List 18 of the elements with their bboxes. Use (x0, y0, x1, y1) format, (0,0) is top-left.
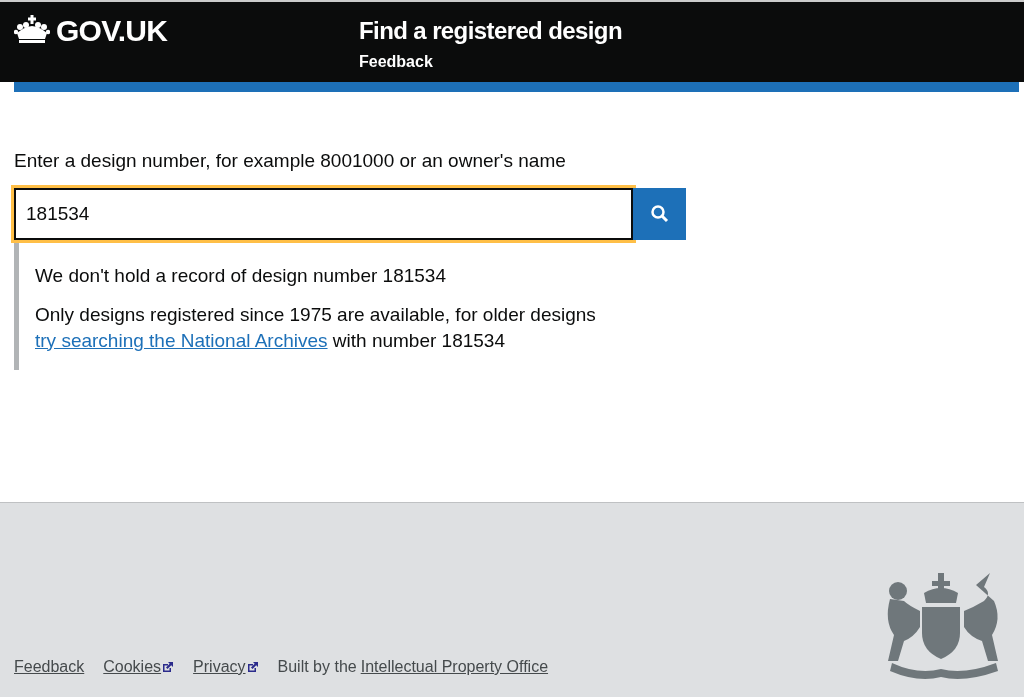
external-link-icon (162, 661, 175, 673)
search-label: Enter a design number, for example 8001000 or an owner's name (14, 149, 567, 173)
footer-link[interactable]: Feedback (14, 655, 85, 679)
search-field[interactable]: 181534 (14, 187, 633, 240)
ipo-link[interactable]: Intellectual Property Office (360, 655, 549, 679)
search-button[interactable] (633, 187, 686, 240)
footer-link[interactable]: Cookies (103, 655, 175, 679)
national-archives-link[interactable]: try searching the National Archives (35, 329, 328, 351)
notice-text: Only designs registered since 1975 are available, for older designs try searching the National Archives with number 181534 (35, 302, 597, 353)
credit-text: Built by the (277, 657, 357, 677)
feedback-link[interactable]: Feedback (359, 50, 622, 74)
service-name-link[interactable]: Find a registered design (359, 15, 622, 47)
crown-icon (14, 15, 50, 43)
logo-link[interactable]: GOV.UK (56, 15, 168, 47)
external-link-icon (246, 661, 259, 673)
search-icon (649, 203, 670, 224)
footer-link[interactable]: Privacy (193, 655, 259, 679)
notice-heading: We don't hold a record of design number 181534 (35, 263, 447, 288)
